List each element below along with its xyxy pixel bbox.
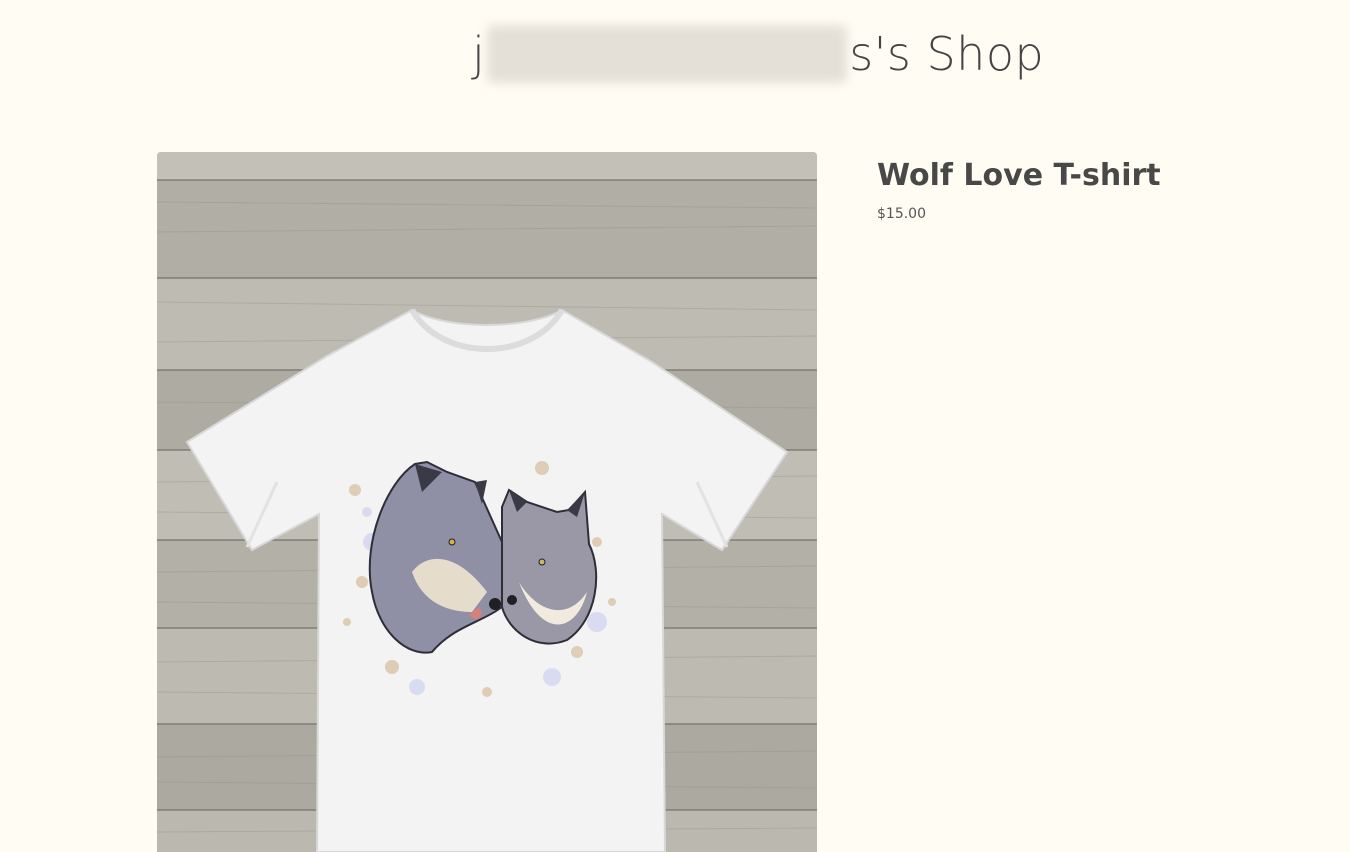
shop-title[interactable]: j s's Shop — [472, 22, 1044, 86]
product-image[interactable] — [157, 152, 817, 852]
tshirt-photo — [157, 152, 817, 852]
product-info: Wolf Love T-shirt $15.00 — [877, 150, 1297, 222]
product-name: Wolf Love T-shirt — [877, 158, 1161, 193]
product-price: $15.00 — [877, 206, 926, 222]
shop-header: j s's Shop — [0, 22, 1350, 86]
shop-title-suffix: s's Shop — [849, 27, 1045, 81]
shop-title-prefix: j — [472, 27, 486, 81]
redacted-name-block — [487, 25, 848, 83]
